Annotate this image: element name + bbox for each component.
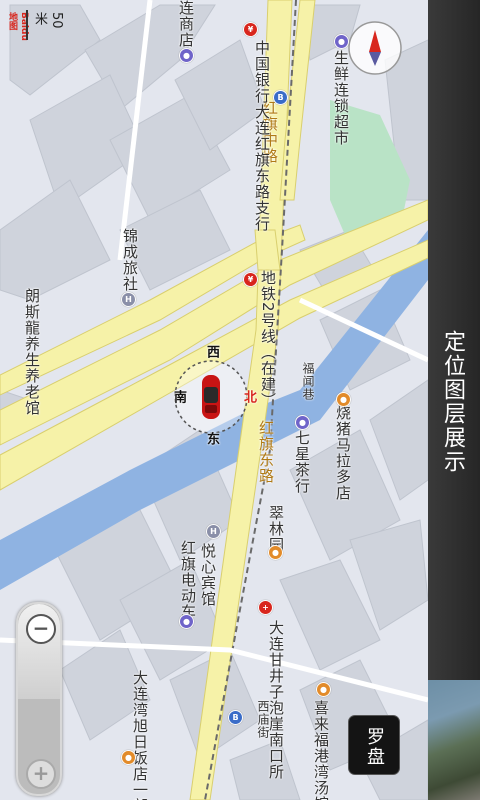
thumbnail-image: [428, 680, 480, 800]
poi-label[interactable]: 大连甘井子泡崖南口所: [248, 620, 285, 780]
bus-stop-icon[interactable]: B: [228, 710, 243, 725]
direction-west-label: 西: [204, 345, 219, 359]
scale-text: 50米: [32, 12, 64, 29]
compass-mode-button[interactable]: 罗盘: [348, 715, 400, 775]
road-label-hongqi-dong: 红旗东路: [257, 420, 275, 484]
shop-poi-icon[interactable]: ●: [179, 614, 194, 629]
poi-label[interactable]: 烧猪马拉多店: [334, 405, 352, 501]
poi-label[interactable]: 大连湾旭日饭店一部: [110, 670, 149, 800]
poi-label[interactable]: 悦心宾馆: [199, 543, 217, 607]
bank-poi-icon[interactable]: ¥: [243, 22, 258, 37]
police-poi-icon[interactable]: +: [258, 600, 273, 615]
food-poi-icon[interactable]: ●: [268, 545, 283, 560]
shop-poi-icon[interactable]: ●: [295, 415, 310, 430]
poi-label[interactable]: 连商店: [177, 0, 195, 48]
direction-north-label: 北: [241, 390, 256, 404]
metro-label: 地铁2号线（在建）: [259, 270, 277, 409]
hotel-poi-icon[interactable]: H: [206, 524, 221, 539]
zoom-in-button[interactable]: +: [26, 759, 56, 789]
map-view[interactable]: 红旗中路 红旗东路 地铁2号线（在建） 福闻巷 西庙街 连商店 中国银行大连红旗…: [0, 0, 428, 800]
shop-poi-icon[interactable]: ●: [334, 34, 349, 49]
direction-south-label: 南: [171, 390, 186, 404]
shop-poi-icon[interactable]: ●: [179, 48, 194, 63]
poi-label[interactable]: 生鲜连锁超市: [332, 50, 350, 146]
map-scale: Baidu地图 50米: [4, 4, 64, 41]
direction-east-label: 东: [204, 432, 219, 446]
zoom-out-button[interactable]: −: [26, 614, 56, 644]
poi-label[interactable]: 七星茶行: [293, 430, 311, 494]
food-poi-icon[interactable]: ●: [316, 682, 331, 697]
poi-label[interactable]: 锦成旅社: [121, 228, 139, 292]
title-bar: 定位图层展示: [428, 0, 480, 680]
food-poi-icon[interactable]: ●: [336, 392, 351, 407]
poi-label[interactable]: 朗斯龍养生养老馆: [0, 288, 41, 416]
zoom-control: − +: [16, 602, 62, 796]
scale-bar: [26, 10, 28, 40]
poi-label[interactable]: 红旗电动车: [179, 540, 197, 620]
bank-poi-icon[interactable]: ¥: [243, 272, 258, 287]
poi-label[interactable]: 喜来福港湾汤馆: [312, 700, 330, 800]
compass-mode-label: 罗盘: [365, 727, 385, 767]
bus-stop-icon[interactable]: B: [273, 90, 288, 105]
map-base: [0, 0, 428, 800]
poi-label[interactable]: 中国银行大连红旗东路支行: [236, 40, 271, 232]
hotel-poi-icon[interactable]: H: [121, 292, 136, 307]
food-poi-icon[interactable]: ●: [121, 750, 136, 765]
app-title: 定位图层展示: [440, 330, 465, 474]
small-road-label: 福闻巷: [301, 362, 315, 401]
